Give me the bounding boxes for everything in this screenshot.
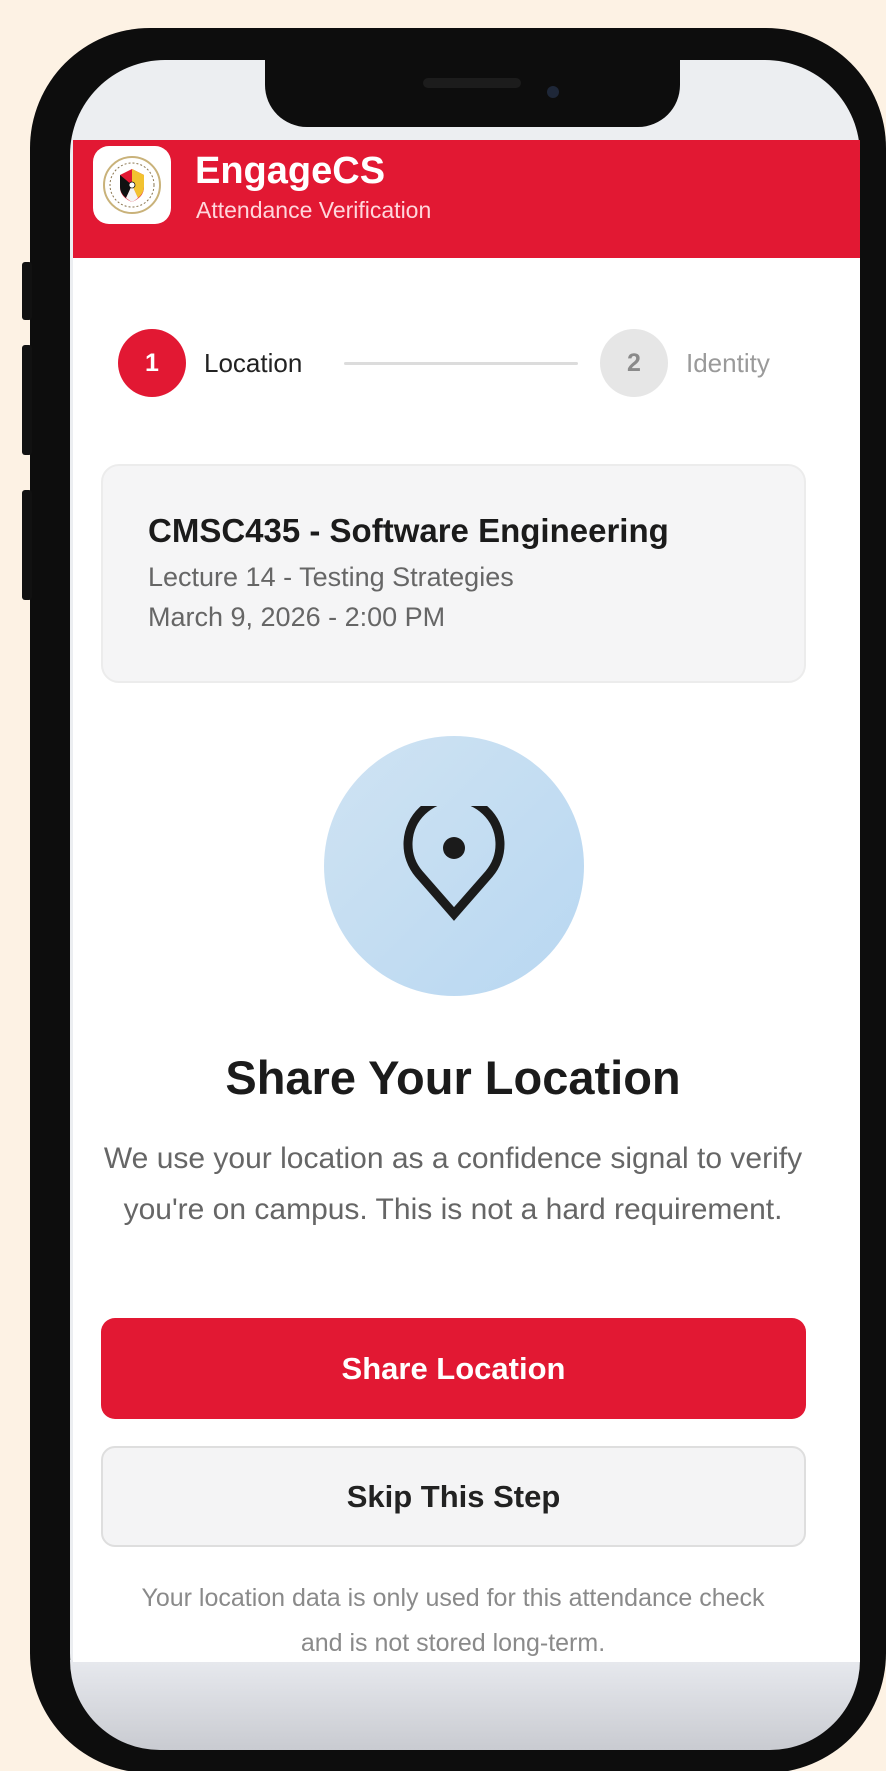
app-title: EngageCS [195, 150, 386, 192]
earpiece-speaker [423, 78, 521, 88]
front-camera [547, 86, 559, 98]
step-connector [344, 362, 578, 365]
step-2-label: Identity [686, 348, 770, 378]
mute-switch [22, 262, 32, 320]
location-pin-icon [403, 806, 505, 921]
share-location-button[interactable]: Share Location [101, 1318, 806, 1419]
step-1-indicator: 1 [118, 329, 186, 397]
step-2-indicator: 2 [600, 329, 668, 397]
course-info-card: CMSC435 - Software Engineering Lecture 1… [101, 464, 806, 683]
location-headline: Share Your Location [225, 1051, 681, 1104]
volume-up-button [22, 345, 32, 455]
app-screen: EngageCS Attendance Verification 1 Locat… [73, 140, 860, 1662]
location-description: We use your location as a confidence sig… [103, 1142, 803, 1226]
skip-step-button[interactable]: Skip This Step [101, 1446, 806, 1547]
location-illustration [324, 736, 584, 996]
app-subtitle: Attendance Verification [196, 197, 432, 223]
volume-down-button [22, 490, 32, 600]
university-seal-icon [93, 146, 171, 224]
app-header: EngageCS Attendance Verification [73, 140, 860, 258]
phone-notch [265, 55, 680, 127]
lecture-title: Lecture 14 - Testing Strategies [148, 562, 514, 592]
screen-bottom-bezel [70, 1660, 860, 1750]
privacy-footnote: Your location data is only used for this… [141, 1584, 765, 1657]
step-1-label: Location [204, 348, 303, 378]
course-title: CMSC435 - Software Engineering [148, 512, 669, 549]
lecture-datetime: March 9, 2026 - 2:00 PM [148, 602, 446, 632]
